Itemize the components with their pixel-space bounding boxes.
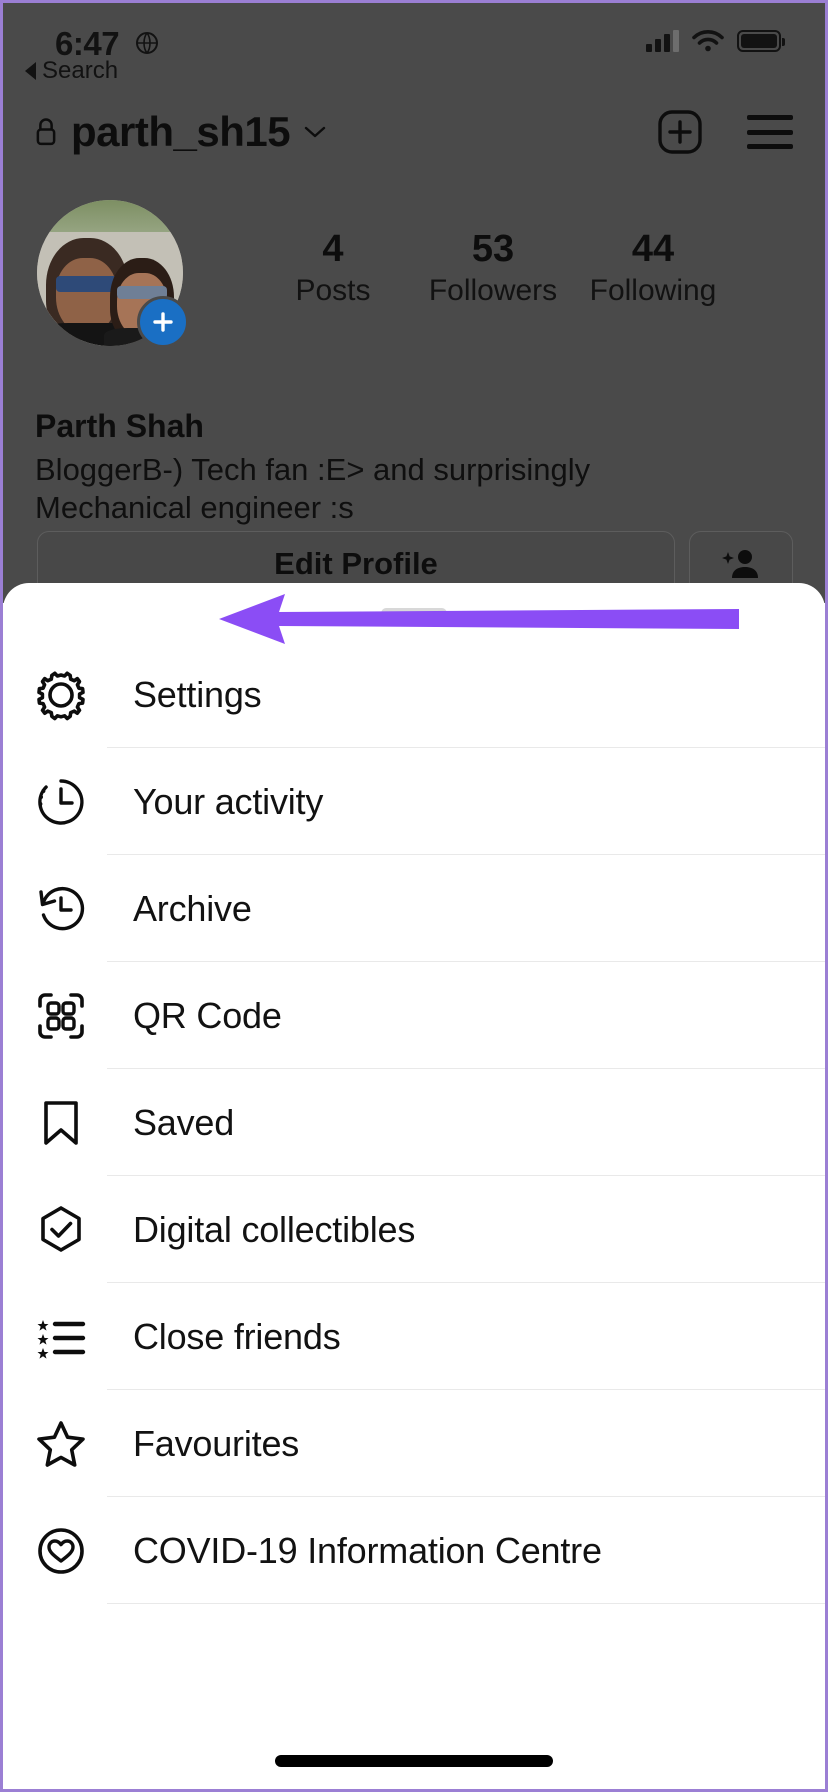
menu-item-settings[interactable]: Settings bbox=[3, 641, 825, 748]
menu-item-label: QR Code bbox=[133, 994, 282, 1036]
row-divider bbox=[107, 1602, 825, 1604]
profile-full-name: Parth Shah bbox=[35, 408, 204, 444]
menu-item-label: Archive bbox=[133, 887, 252, 929]
clock-rewind-icon bbox=[33, 881, 89, 937]
phone-screen: 6:47 Search parth_sh15 4 Posts 53 Follow… bbox=[0, 0, 828, 1792]
stat-posts-count: 4 bbox=[322, 228, 344, 270]
avatar[interactable] bbox=[37, 200, 189, 348]
chevron-down-icon[interactable] bbox=[304, 125, 326, 139]
menu-item-label: Close friends bbox=[133, 1315, 341, 1357]
menu-item-label: Saved bbox=[133, 1101, 235, 1143]
back-to-search-link[interactable]: Search bbox=[25, 57, 118, 85]
instagram-profile-background: 6:47 Search parth_sh15 4 Posts 53 Follow… bbox=[3, 3, 825, 603]
stat-posts[interactable]: 4 Posts bbox=[253, 228, 413, 310]
stat-followers-label: Followers bbox=[428, 273, 558, 307]
menu-item-your-activity[interactable]: Your activity bbox=[3, 748, 825, 855]
menu-item-label: COVID-19 Information Centre bbox=[133, 1529, 602, 1571]
menu-item-covid-information-centre[interactable]: COVID-19 Information Centre bbox=[3, 1497, 825, 1604]
status-indicators bbox=[646, 29, 785, 53]
plus-icon bbox=[153, 312, 173, 332]
wifi-icon bbox=[692, 30, 724, 52]
settings-bottom-sheet: Settings Your activity Archive QR Code S… bbox=[3, 583, 825, 1789]
menu-item-archive[interactable]: Archive bbox=[3, 855, 825, 962]
add-story-button[interactable] bbox=[137, 296, 189, 348]
stat-following-count: 44 bbox=[631, 228, 675, 270]
menu-item-label: Digital collectibles bbox=[133, 1208, 416, 1250]
menu-item-label: Settings bbox=[133, 673, 262, 715]
profile-username[interactable]: parth_sh15 bbox=[71, 108, 291, 156]
menu-item-saved[interactable]: Saved bbox=[3, 1069, 825, 1176]
settings-menu-list: Settings Your activity Archive QR Code S… bbox=[3, 641, 825, 1604]
stat-following-label: Following bbox=[589, 273, 717, 307]
plus-box-icon[interactable] bbox=[657, 109, 703, 155]
gear-icon bbox=[33, 667, 89, 723]
location-services-icon bbox=[136, 32, 158, 54]
cellular-signal-icon bbox=[646, 30, 679, 52]
home-indicator bbox=[275, 1755, 553, 1767]
activity-clock-icon bbox=[33, 774, 89, 830]
hamburger-menu-icon[interactable] bbox=[747, 115, 793, 149]
drag-handle[interactable] bbox=[381, 608, 447, 619]
star-list-icon bbox=[33, 1309, 89, 1365]
qr-code-icon bbox=[33, 988, 89, 1044]
profile-header: parth_sh15 bbox=[3, 101, 825, 163]
menu-item-label: Favourites bbox=[133, 1422, 300, 1464]
stat-following[interactable]: 44 Following bbox=[573, 228, 733, 310]
hexagon-check-icon bbox=[33, 1202, 89, 1258]
menu-item-digital-collectibles[interactable]: Digital collectibles bbox=[3, 1176, 825, 1283]
add-person-icon bbox=[722, 550, 758, 578]
stat-followers-count: 53 bbox=[471, 228, 515, 270]
menu-item-favourites[interactable]: Favourites bbox=[3, 1390, 825, 1497]
stat-posts-label: Posts bbox=[295, 273, 371, 307]
profile-bio: BloggerB-) Tech fan :E> and surprisingly… bbox=[35, 452, 591, 525]
back-link-label: Search bbox=[42, 57, 119, 84]
profile-stats: 4 Posts 53 Followers 44 Following bbox=[253, 228, 733, 310]
heart-circle-icon bbox=[33, 1523, 89, 1579]
stat-followers[interactable]: 53 Followers bbox=[413, 228, 573, 310]
battery-full-icon bbox=[737, 30, 785, 52]
lock-icon bbox=[36, 118, 56, 146]
menu-item-label: Your activity bbox=[133, 780, 324, 822]
status-bar: 6:47 bbox=[3, 25, 825, 67]
bookmark-icon bbox=[33, 1095, 89, 1151]
menu-item-qr-code[interactable]: QR Code bbox=[3, 962, 825, 1069]
menu-item-close-friends[interactable]: Close friends bbox=[3, 1283, 825, 1390]
back-triangle-icon bbox=[25, 62, 36, 80]
star-outline-icon bbox=[33, 1416, 89, 1472]
